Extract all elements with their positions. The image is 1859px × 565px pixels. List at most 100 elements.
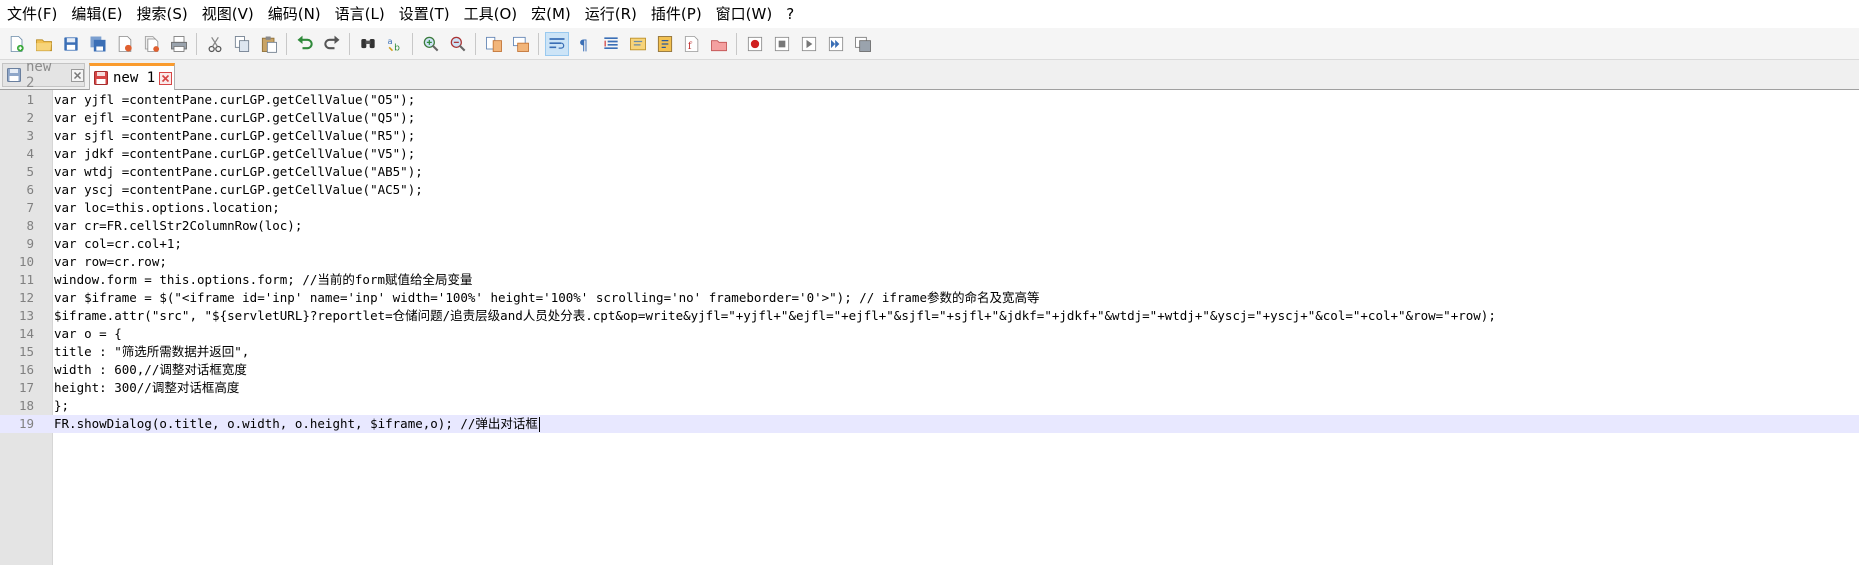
code-line[interactable]: 1 var yjfl =contentPane.curLGP.getCellVal…: [0, 91, 1859, 109]
tab-new-1[interactable]: new 1: [89, 63, 175, 90]
menu-item-3[interactable]: 视图(V): [195, 0, 261, 28]
zoom-out-button[interactable]: [446, 32, 470, 56]
text-editor[interactable]: 1 var yjfl =contentPane.curLGP.getCellVal…: [0, 90, 1859, 565]
line-number: 16: [18, 362, 34, 377]
copy-icon: [234, 35, 249, 52]
word-wrap-button[interactable]: [544, 31, 569, 56]
replace-button[interactable]: ab: [383, 32, 407, 56]
code-line-text: var cr=FR.cellStr2ColumnRow(loc);: [54, 218, 303, 233]
menu-item-10[interactable]: 插件(P): [644, 0, 709, 28]
menu-item-0[interactable]: 文件(F): [0, 0, 64, 28]
menu-item-9[interactable]: 运行(R): [578, 0, 644, 28]
function-list-button[interactable]: [653, 32, 677, 56]
open-file-icon: [35, 38, 52, 51]
close-icon: [118, 35, 132, 52]
svg-text:a: a: [387, 36, 392, 46]
menu-item-2[interactable]: 搜索(S): [130, 0, 195, 28]
menu-item-7[interactable]: 工具(O): [457, 0, 525, 28]
sync-horizontal-button[interactable]: [509, 32, 533, 56]
menu-item-11[interactable]: 窗口(W): [709, 0, 780, 28]
new-file-button[interactable]: [5, 32, 29, 56]
code-line-text: var $iframe = $("<iframe id='inp' name='…: [54, 290, 1040, 305]
menu-item-1[interactable]: 编辑(E): [64, 0, 129, 28]
code-line[interactable]: 4 var jdkf =contentPane.curLGP.getCellVal…: [0, 145, 1859, 163]
close-tab-icon[interactable]: [159, 71, 173, 85]
code-line-text: width : 600,//调整对话框宽度: [54, 362, 247, 377]
line-number: 1: [26, 92, 34, 107]
menu-item-4[interactable]: 编码(N): [261, 0, 328, 28]
code-line[interactable]: 10 var row=cr.row;: [0, 253, 1859, 271]
redo-button[interactable]: [320, 32, 344, 56]
code-line[interactable]: 6 var yscj =contentPane.curLGP.getCellVal…: [0, 181, 1859, 199]
paste-icon: [261, 36, 277, 53]
line-number: 5: [26, 164, 34, 179]
code-line-text: var col=cr.col+1;: [54, 236, 205, 251]
code-line[interactable]: 8 var cr=FR.cellStr2ColumnRow(loc);: [0, 217, 1859, 235]
save-macro-icon: [854, 36, 871, 52]
toolbar-separator: [475, 32, 476, 55]
code-line[interactable]: 12 var $iframe = $("<iframe id='inp' name…: [0, 289, 1859, 307]
sync-vertical-icon: [485, 36, 502, 52]
save-button[interactable]: [59, 32, 83, 56]
code-line[interactable]: 13 $iframe.attr("src", "${servletURL}?rep…: [0, 307, 1859, 325]
show-all-characters-button[interactable]: ¶: [572, 32, 596, 56]
paste-button[interactable]: [257, 32, 281, 56]
tab-new-2[interactable]: new 2: [2, 59, 85, 91]
close-all-button[interactable]: [140, 32, 164, 56]
code-line[interactable]: 11 window.form = this.options.form; //当前的…: [0, 271, 1859, 289]
tab-label: new 2: [26, 59, 52, 91]
stop-recording-button[interactable]: [770, 32, 794, 56]
open-file-button[interactable]: [32, 32, 56, 56]
sync-vertical-button[interactable]: [482, 32, 506, 56]
code-line-text: var yscj =contentPane.curLGP.getCellValu…: [54, 182, 423, 197]
code-line[interactable]: 15 title : "筛选所需数据并返回",: [0, 343, 1859, 361]
menu-item-8[interactable]: 宏(M): [524, 0, 578, 28]
line-number: 15: [18, 344, 34, 359]
menu-item-6[interactable]: 设置(T): [392, 0, 457, 28]
code-line[interactable]: 5 var wtdj =contentPane.curLGP.getCellVal…: [0, 163, 1859, 181]
run-macro-multiple-button[interactable]: [824, 32, 848, 56]
close-button[interactable]: [113, 32, 137, 56]
code-line[interactable]: 19 FR.showDialog(o.title, o.width, o.heig…: [0, 415, 1859, 433]
copy-button[interactable]: [230, 32, 254, 56]
menu-item-5[interactable]: 语言(L): [328, 0, 392, 28]
code-line-text: var sjfl =contentPane.curLGP.getCellValu…: [54, 128, 416, 143]
line-number: 18: [18, 398, 34, 413]
toolbar-separator: [196, 32, 197, 55]
code-line[interactable]: 18};: [0, 397, 1859, 415]
code-line[interactable]: 16 width : 600,//调整对话框宽度: [0, 361, 1859, 379]
code-line[interactable]: 17 height: 300//调整对话框高度: [0, 379, 1859, 397]
svg-text:b: b: [394, 42, 400, 53]
record-macro-button[interactable]: [743, 32, 767, 56]
code-line[interactable]: 2 var ejfl =contentPane.curLGP.getCellVal…: [0, 109, 1859, 127]
menu-item-12[interactable]: ?: [779, 0, 801, 28]
code-line[interactable]: 14 var o = {: [0, 325, 1859, 343]
code-line[interactable]: 3 var sjfl =contentPane.curLGP.getCellVal…: [0, 127, 1859, 145]
close-all-icon: [144, 35, 159, 52]
code-line-text: height: 300//调整对话框高度: [54, 380, 240, 395]
save-all-button[interactable]: [86, 32, 110, 56]
folder-as-workspace-button[interactable]: f: [680, 32, 704, 56]
indent-guide-button[interactable]: [599, 32, 623, 56]
save-all-icon: [90, 36, 105, 51]
code-line-text: var wtdj =contentPane.curLGP.getCellValu…: [54, 164, 423, 179]
undo-icon: [297, 35, 313, 49]
find-button[interactable]: [356, 32, 380, 56]
line-number: 3: [26, 128, 34, 143]
close-tab-icon[interactable]: [71, 68, 84, 82]
monitoring-button[interactable]: [707, 32, 731, 56]
svg-text:¶: ¶: [579, 37, 588, 53]
document-map-button[interactable]: [626, 32, 650, 56]
save-icon: [63, 36, 78, 51]
undo-button[interactable]: [293, 32, 317, 56]
unsaved-file-icon: [94, 71, 108, 85]
tab-bar: new 2 new 1: [0, 59, 1859, 91]
print-button[interactable]: [167, 32, 191, 56]
zoom-in-button[interactable]: [419, 32, 443, 56]
playback-macro-button[interactable]: [797, 32, 821, 56]
code-line[interactable]: 7 var loc=this.options.location;: [0, 199, 1859, 217]
code-line-text: var jdkf =contentPane.curLGP.getCellValu…: [54, 146, 416, 161]
save-macro-button[interactable]: [851, 32, 875, 56]
code-line[interactable]: 9 var col=cr.col+1;: [0, 235, 1859, 253]
cut-button[interactable]: [203, 32, 227, 56]
